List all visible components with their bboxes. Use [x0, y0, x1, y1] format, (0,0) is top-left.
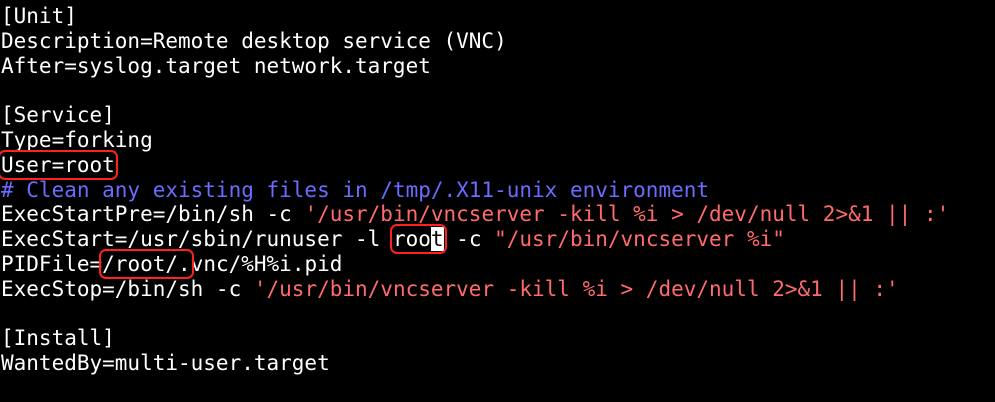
line-option: -c	[443, 227, 495, 252]
editor-line-description: Description=Remote desktop service (VNC)	[0, 29, 995, 54]
editor-line-user: User=root	[0, 149, 995, 180]
editor-line-service-header: [Service]	[0, 103, 995, 128]
editor-line-comment: # Clean any existing files in /tmp/.X11-…	[0, 178, 995, 203]
section-header: [Unit]	[1, 4, 77, 28]
editor-line-blank	[0, 78, 995, 103]
editor-line-wantedby: WantedBy=multi-user.target	[0, 351, 995, 376]
line-string: '/usr/bin/vncserver -kill %i > /dev/null…	[304, 202, 950, 227]
line-text: vnc/%H%i.pid	[190, 251, 343, 276]
line-key: ExecStart=/usr/sbin/runuser -l	[1, 227, 393, 252]
line-text: WantedBy=multi-user.target	[1, 351, 330, 376]
editor-line-type: Type=forking	[0, 128, 995, 153]
line-key: ExecStop=/bin/sh -c	[1, 276, 254, 301]
line-string: '/usr/bin/vncserver -kill %i > /dev/null…	[253, 276, 899, 301]
highlighted-pid-path: /root/.	[99, 248, 194, 279]
highlighted-runuser-user: root	[389, 224, 447, 255]
editor-line-blank	[0, 302, 995, 327]
terminal-window[interactable]: [Unit] Description=Remote desktop servic…	[0, 0, 995, 402]
line-key: PIDFile=	[1, 251, 103, 276]
editor-line-pidfile: PIDFile=/root/.vnc/%H%i.pid	[0, 248, 995, 279]
line-text: Description=Remote desktop service (VNC)	[1, 28, 507, 53]
section-header: [Install]	[1, 326, 115, 351]
editor-line-execstartpre: ExecStartPre=/bin/sh -c '/usr/bin/vncser…	[0, 202, 995, 227]
line-string: "/usr/bin/vncserver %i"	[494, 227, 785, 252]
section-header: [Service]	[1, 103, 115, 128]
highlighted-user-setting: User=root	[0, 149, 118, 180]
editor-line-execstop: ExecStop=/bin/sh -c '/usr/bin/vncserver …	[0, 277, 995, 302]
text-cursor: t	[430, 227, 444, 252]
editor-line-execstart: ExecStart=/usr/sbin/runuser -l root -c "…	[0, 224, 995, 255]
editor-line-install-header: [Install]	[0, 326, 995, 351]
editor-line-after: After=syslog.target network.target	[0, 54, 995, 79]
line-text: Type=forking	[1, 127, 153, 152]
line-key: ExecStartPre=/bin/sh -c	[1, 202, 305, 227]
line-text: After=syslog.target network.target	[1, 53, 431, 78]
comment-text: # Clean any existing files in /tmp/.X11-…	[1, 177, 710, 202]
editor-line-unit-header: [Unit]	[0, 4, 995, 29]
user-text: roo	[392, 227, 431, 252]
